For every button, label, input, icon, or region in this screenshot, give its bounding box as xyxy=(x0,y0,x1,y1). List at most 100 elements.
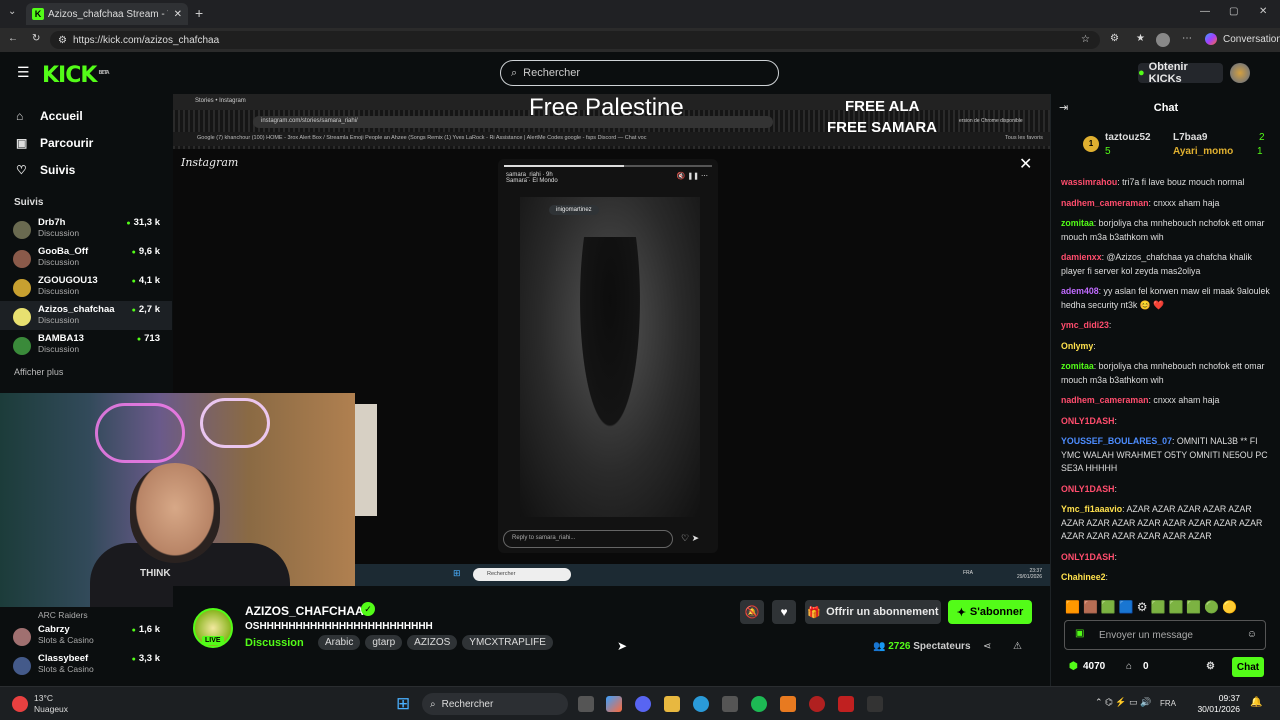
chat-username[interactable]: Chahinee2 xyxy=(1061,572,1106,582)
tray-icons[interactable]: ⌃ ⌬ ⚡ ▭ 🔊 xyxy=(1095,697,1151,708)
favorite-star-icon[interactable]: ☆ xyxy=(1081,34,1090,45)
app-icon[interactable] xyxy=(780,696,796,712)
back-icon[interactable]: ← xyxy=(8,33,18,44)
store-icon[interactable] xyxy=(722,696,738,712)
tag[interactable]: Arabic xyxy=(318,635,361,650)
tab-title: Azizos_chafchaa Stream - Wa xyxy=(48,8,168,20)
site-info-icon[interactable]: ⚙ xyxy=(58,35,67,46)
windows-start-icon[interactable]: ⊞ xyxy=(396,694,410,714)
kick-logo[interactable]: KICK BETA xyxy=(42,63,110,88)
maximize-icon[interactable]: ▢ xyxy=(1229,6,1238,17)
nav-accueil[interactable]: ⌂ Accueil xyxy=(0,102,172,129)
points-count[interactable]: 4070 xyxy=(1083,661,1105,672)
weather-widget[interactable]: 13°C Nuageux xyxy=(34,693,68,715)
get-kicks-button[interactable]: ● Obtenir KICKs xyxy=(1138,61,1223,85)
avatar xyxy=(13,628,31,646)
chat-username[interactable]: nadhem_cameraman xyxy=(1061,395,1149,405)
viewer-counter: 👥 2726 Spectateurs xyxy=(873,641,971,652)
chat-username[interactable]: zomitaa xyxy=(1061,361,1094,371)
chat-username[interactable]: wassimrahou xyxy=(1061,177,1117,187)
nav-label: Accueil xyxy=(40,108,83,123)
close-window-icon[interactable]: ✕ xyxy=(1259,6,1267,17)
tag[interactable]: AZIZOS xyxy=(407,635,458,650)
chat-text: : cnxxx aham haja xyxy=(1148,197,1220,208)
chat-username[interactable]: adem408 xyxy=(1061,286,1099,296)
favorites-icon[interactable]: ★ xyxy=(1136,33,1145,44)
settings-icon[interactable]: ⚙ xyxy=(1206,661,1215,672)
webcam-overlay: THINK xyxy=(0,393,355,607)
browser-tab[interactable]: K Azizos_chafchaa Stream - Wa ✕ xyxy=(26,3,188,25)
send-chat-button[interactable]: Chat xyxy=(1232,657,1264,677)
subscribe-button[interactable]: ✦ S'abonner xyxy=(948,600,1032,624)
close-tab-icon[interactable]: ✕ xyxy=(174,9,182,20)
discord-icon[interactable] xyxy=(635,696,651,712)
following-item[interactable]: ClassybeefSlots & Casino3,3 k xyxy=(0,650,172,679)
chat-username[interactable]: Onlymy xyxy=(1061,341,1093,351)
notification-icon[interactable]: 🔔 xyxy=(1250,697,1262,708)
edge-icon[interactable] xyxy=(693,696,709,712)
copilot-icon[interactable] xyxy=(1205,33,1217,45)
chat-message: zomitaa: borjoliya cha mnhebouch nchofok… xyxy=(1061,360,1271,387)
gifter-name[interactable]: taztouz52 xyxy=(1105,132,1151,143)
reload-icon[interactable]: ↻ xyxy=(32,33,40,44)
url-field[interactable]: ⚙ https://kick.com/azizos_chafchaa ☆ xyxy=(50,31,1100,49)
tag[interactable]: YMCXTRAPLIFE xyxy=(462,635,553,650)
following-item[interactable]: Azizos_chafchaaDiscussion2,7 k xyxy=(0,301,172,330)
user-avatar[interactable] xyxy=(1230,63,1250,83)
gifter-name[interactable]: L7baa9 xyxy=(1173,132,1207,143)
tab-list-icon[interactable]: ⌄ xyxy=(8,6,16,17)
extensions-icon[interactable]: ⚙ xyxy=(1110,33,1119,44)
menu-icon[interactable]: ☰ xyxy=(17,64,30,81)
weather-icon[interactable] xyxy=(12,696,28,712)
chat-username[interactable]: Ymc_fi1aaavio xyxy=(1061,504,1122,514)
tag[interactable]: gtarp xyxy=(365,635,403,650)
chat-username[interactable]: damienxx xyxy=(1061,252,1102,262)
minimize-icon[interactable]: — xyxy=(1200,6,1210,17)
new-tab-icon[interactable]: + xyxy=(195,5,203,21)
report-icon[interactable]: ⚠ xyxy=(1013,641,1022,652)
copilot-app-icon[interactable] xyxy=(606,696,622,712)
spotify-icon[interactable] xyxy=(751,696,767,712)
share-icon[interactable]: ⋖ xyxy=(983,641,991,652)
chrome-icon[interactable] xyxy=(809,696,825,712)
file-explorer-icon[interactable] xyxy=(664,696,680,712)
following-item[interactable]: Drb7hDiscussion31,3 k xyxy=(0,214,172,243)
chat-username[interactable]: ONLY1DASH xyxy=(1061,552,1114,562)
chat-username[interactable]: ymc_didi23 xyxy=(1061,320,1109,330)
mute-notifications-button[interactable]: 🔕 xyxy=(740,600,764,624)
search-input[interactable]: ⌕ Rechercher xyxy=(500,60,779,86)
chat-username[interactable]: YOUSSEF_BOULARES_07 xyxy=(1061,436,1172,446)
show-more-link[interactable]: Afficher plus xyxy=(0,359,172,377)
os-lang[interactable]: FRA xyxy=(1160,699,1176,708)
following-item[interactable]: GooBa_OffDiscussion9,6 k xyxy=(0,243,172,272)
overlay-free-samara: FREE SAMARA xyxy=(827,119,938,136)
profile-avatar[interactable] xyxy=(1156,33,1170,47)
emote-bar[interactable]: 🟧🟫🟩🟦⚙🟩🟩🟩🟢🟡 xyxy=(1065,600,1240,614)
os-search[interactable]: ⌕ Rechercher xyxy=(422,693,568,715)
following-item[interactable]: BAMBA13Discussion713 xyxy=(0,330,172,359)
gift-sub-button[interactable]: 🎁 Offrir un abonnement xyxy=(805,600,941,624)
nav-parcourir[interactable]: ▣ Parcourir xyxy=(0,129,172,156)
chat-username[interactable]: zomitaa xyxy=(1061,218,1094,228)
more-icon[interactable]: ⋯ xyxy=(1182,33,1192,44)
chat-badge-icon: ▣ xyxy=(1075,628,1085,639)
app-icon[interactable] xyxy=(838,696,854,712)
following-item[interactable]: CabrzySlots & Casino1,6 k xyxy=(0,621,172,650)
streamer-name[interactable]: AZIZOS_CHAFCHAA xyxy=(245,604,364,618)
chat-message-input[interactable]: Envoyer un message ☺ ▣ xyxy=(1064,620,1266,650)
nav-suivis[interactable]: ♡ Suivis xyxy=(0,156,172,183)
chat-username[interactable]: ONLY1DASH xyxy=(1061,484,1114,494)
story-music: Samara · El Mondo xyxy=(506,178,558,184)
follow-heart-button[interactable]: ♥ xyxy=(772,600,796,624)
emoji-icon[interactable]: ☺ xyxy=(1247,629,1257,640)
live-badge: LIVE xyxy=(202,636,224,645)
following-item[interactable]: ZGOUGOU13Discussion4,1 k xyxy=(0,272,172,301)
os-clock[interactable]: 09:37 30/01/2026 xyxy=(1197,693,1240,715)
category-link[interactable]: Discussion xyxy=(245,637,304,649)
app-icon[interactable] xyxy=(867,696,883,712)
task-view-icon[interactable] xyxy=(578,696,594,712)
gifter-name[interactable]: Ayari_momo xyxy=(1173,146,1233,157)
chat-username[interactable]: ONLY1DASH xyxy=(1061,416,1114,426)
conversation-label[interactable]: Conversation xyxy=(1223,34,1280,45)
chat-username[interactable]: nadhem_cameraman xyxy=(1061,198,1149,208)
